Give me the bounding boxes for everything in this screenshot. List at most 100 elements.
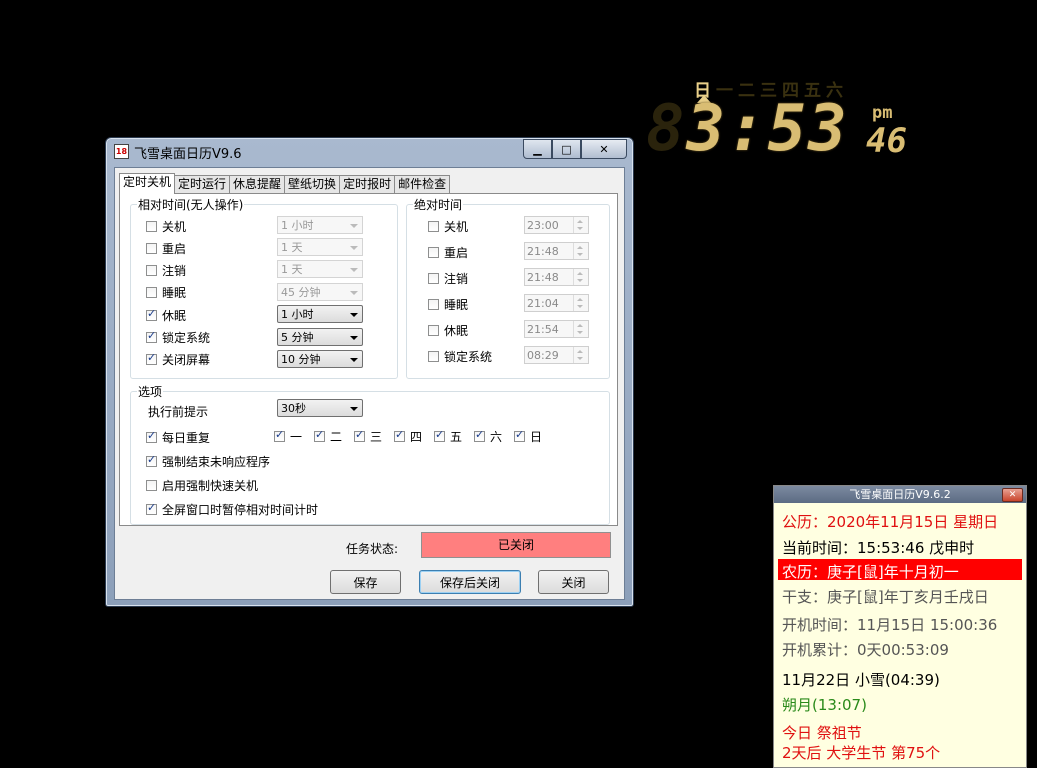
spin-arrows-icon[interactable] <box>573 295 588 311</box>
minimize-button[interactable]: ▁ <box>523 139 552 159</box>
checkbox-box[interactable] <box>428 273 439 284</box>
day-tue-checkbox[interactable]: 二 <box>314 428 342 445</box>
day-fri-checkbox[interactable]: 五 <box>434 428 462 445</box>
rel-shutdown-select[interactable]: 1 小时 <box>277 216 363 234</box>
spin-arrows-icon[interactable] <box>573 347 588 363</box>
tab-scheduled-shutdown[interactable]: 定时关机 <box>119 173 176 194</box>
checkbox-box[interactable] <box>428 247 439 258</box>
tab-wallpaper[interactable]: 壁纸切换 <box>284 175 341 193</box>
close-button[interactable]: 关闭 <box>538 570 609 594</box>
checkbox-label: 启用强制快速关机 <box>162 479 259 493</box>
prompt-select[interactable]: 30秒 <box>277 399 363 417</box>
daily-repeat-checkbox[interactable]: 每日重复 <box>146 429 210 446</box>
save-and-close-button[interactable]: 保存后关闭 <box>419 570 521 594</box>
day-thu-checkbox[interactable]: 四 <box>394 428 422 445</box>
spin-arrows-icon[interactable] <box>573 217 588 233</box>
abs-hibernate-checkbox[interactable]: 休眠 <box>428 322 468 339</box>
fullscreen-pause-checkbox[interactable]: 全屏窗口时暂停相对时间计时 <box>146 501 318 518</box>
force-close-checkbox[interactable]: 强制结束未响应程序 <box>146 453 270 470</box>
checkbox-box[interactable] <box>428 221 439 232</box>
day-mon-checkbox[interactable]: 一 <box>274 428 302 445</box>
rel-screen-off-select[interactable]: 10 分钟 <box>277 350 363 368</box>
relative-time-label: 相对时间(无人操作) <box>137 196 245 213</box>
tab-scheduled-run[interactable]: 定时运行 <box>174 175 231 193</box>
calendar-close-icon[interactable]: ✕ <box>1002 488 1023 502</box>
checkbox-box[interactable] <box>474 428 485 442</box>
rel-shutdown-checkbox[interactable]: 关机 <box>146 218 186 235</box>
boot-time: 开机时间：11月15日 15:00:36 <box>782 616 998 634</box>
rel-hibernate-select[interactable]: 1 小时 <box>277 305 363 323</box>
checkbox-box[interactable] <box>146 501 157 515</box>
checkbox-box[interactable] <box>354 428 365 442</box>
time-value: 21:48 <box>527 271 559 284</box>
select-value: 5 分钟 <box>281 331 314 344</box>
checkbox-box[interactable] <box>146 243 157 254</box>
calendar-title-bar[interactable]: 飞雪桌面日历V9.6.2 ✕ <box>774 486 1026 503</box>
rel-lock-checkbox[interactable]: 锁定系统 <box>146 329 210 346</box>
checkbox-box[interactable] <box>146 287 157 298</box>
title-bar[interactable]: 18 飞雪桌面日历V9.6 ▁ □ ✕ <box>106 138 633 164</box>
abs-hibernate-time[interactable]: 21:54 <box>524 320 589 338</box>
checkbox-box[interactable] <box>428 299 439 310</box>
abs-sleep-time[interactable]: 21:04 <box>524 294 589 312</box>
checkbox-box[interactable] <box>146 480 157 491</box>
checkbox-label: 日 <box>530 430 543 444</box>
time-value: 21:54 <box>527 323 559 336</box>
abs-lock-checkbox[interactable]: 锁定系统 <box>428 348 492 365</box>
spin-arrows-icon[interactable] <box>573 321 588 337</box>
abs-restart-checkbox[interactable]: 重启 <box>428 244 468 261</box>
checkbox-box[interactable] <box>146 265 157 276</box>
abs-logoff-time[interactable]: 21:48 <box>524 268 589 286</box>
abs-shutdown-time[interactable]: 23:00 <box>524 216 589 234</box>
spin-arrows-icon[interactable] <box>573 243 588 259</box>
shutdown-settings-window: 18 飞雪桌面日历V9.6 ▁ □ ✕ 定时关机 定时运行 休息提醒 壁纸切换 … <box>105 137 634 607</box>
day-sat-checkbox[interactable]: 六 <box>474 428 502 445</box>
chevron-down-icon <box>350 313 358 317</box>
checkbox-box[interactable] <box>146 307 157 321</box>
tab-rest-reminder[interactable]: 休息提醒 <box>229 175 286 193</box>
abs-shutdown-checkbox[interactable]: 关机 <box>428 218 468 235</box>
checkbox-box[interactable] <box>146 429 157 443</box>
abs-restart-time[interactable]: 21:48 <box>524 242 589 260</box>
rel-lock-select[interactable]: 5 分钟 <box>277 328 363 346</box>
rel-restart-select[interactable]: 1 天 <box>277 238 363 256</box>
abs-sleep-checkbox[interactable]: 睡眠 <box>428 296 468 313</box>
checkbox-label: 关机 <box>444 220 469 234</box>
checkbox-box[interactable] <box>434 428 445 442</box>
checkbox-box[interactable] <box>428 325 439 336</box>
tab-mail-check[interactable]: 邮件检查 <box>394 175 451 193</box>
rel-screen-off-checkbox[interactable]: 关闭屏幕 <box>146 351 210 368</box>
tab-time-announce[interactable]: 定时报时 <box>339 175 396 193</box>
checkbox-box[interactable] <box>394 428 405 442</box>
abs-logoff-checkbox[interactable]: 注销 <box>428 270 468 287</box>
rel-logoff-select[interactable]: 1 天 <box>277 260 363 278</box>
desktop-clock-time[interactable]: 83:53 <box>646 96 849 162</box>
save-button[interactable]: 保存 <box>330 570 401 594</box>
checkbox-label: 强制结束未响应程序 <box>162 455 271 469</box>
checkbox-box[interactable] <box>146 453 157 467</box>
rel-sleep-checkbox[interactable]: 睡眠 <box>146 284 186 301</box>
abs-lock-time[interactable]: 08:29 <box>524 346 589 364</box>
solar-date: 公历：2020年11月15日 星期日 <box>782 513 999 531</box>
checkbox-label: 注销 <box>162 264 187 278</box>
checkbox-box[interactable] <box>146 221 157 232</box>
checkbox-box[interactable] <box>428 351 439 362</box>
rel-restart-checkbox[interactable]: 重启 <box>146 240 186 257</box>
rel-sleep-select[interactable]: 45 分钟 <box>277 283 363 301</box>
select-value: 45 分钟 <box>281 286 321 299</box>
checkbox-box[interactable] <box>314 428 325 442</box>
checkbox-box[interactable] <box>146 351 157 365</box>
checkbox-label: 休眠 <box>162 309 187 323</box>
rel-hibernate-checkbox[interactable]: 休眠 <box>146 307 186 324</box>
checkbox-box[interactable] <box>146 329 157 343</box>
checkbox-box[interactable] <box>274 428 285 442</box>
fast-shutdown-checkbox[interactable]: 启用强制快速关机 <box>146 477 258 494</box>
maximize-button[interactable]: □ <box>552 139 581 159</box>
day-wed-checkbox[interactable]: 三 <box>354 428 382 445</box>
close-window-button[interactable]: ✕ <box>581 139 627 159</box>
day-sun-checkbox[interactable]: 日 <box>514 428 542 445</box>
app-calendar-icon[interactable]: 18 <box>114 144 129 159</box>
checkbox-box[interactable] <box>514 428 525 442</box>
rel-logoff-checkbox[interactable]: 注销 <box>146 262 186 279</box>
spin-arrows-icon[interactable] <box>573 269 588 285</box>
